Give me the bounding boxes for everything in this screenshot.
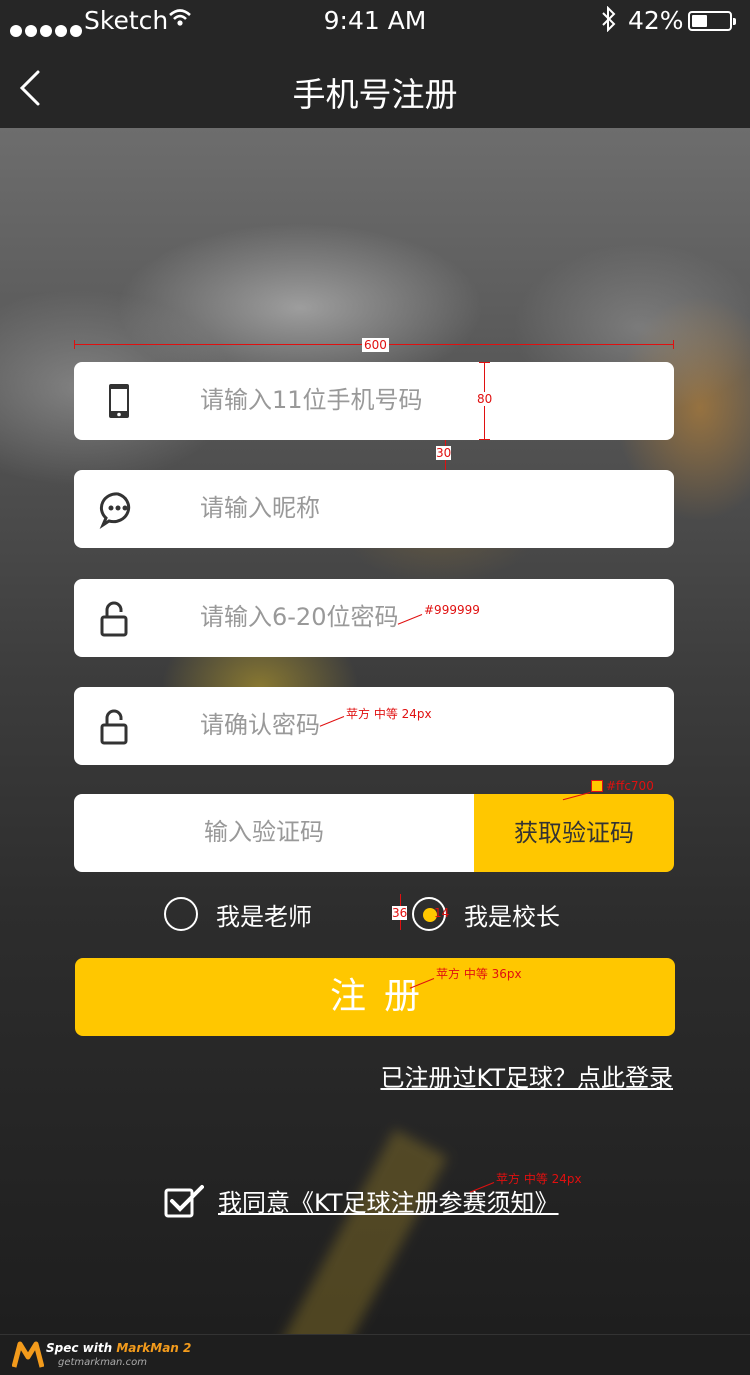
dimension-tick bbox=[74, 340, 75, 349]
markman-url: getmarkman.com bbox=[58, 1357, 147, 1368]
annotation-dot-size: 14 bbox=[434, 906, 450, 920]
markman-footer: Spec with MarkMan 2 getmarkman.com bbox=[0, 1334, 750, 1375]
agreement-link[interactable]: 我同意《KT足球注册参赛须知》 bbox=[218, 1183, 559, 1218]
password-field[interactable]: 请输入6-20位密码 bbox=[74, 579, 674, 657]
confirm-password-field[interactable]: 请确认密码 bbox=[74, 687, 674, 765]
status-bar: Sketch 9:41 AM 42% bbox=[0, 0, 750, 44]
annotation-gap: 30 bbox=[436, 446, 452, 460]
annotation-height: 80 bbox=[477, 392, 493, 406]
password-placeholder: 请输入6-20位密码 bbox=[200, 603, 399, 631]
battery-percent: 42% bbox=[628, 6, 684, 35]
annotation-font-36: 苹方 中等 36px bbox=[436, 967, 522, 981]
spec-with-text: Spec with bbox=[46, 1341, 117, 1355]
register-button[interactable]: 注册 bbox=[75, 958, 675, 1036]
annotation-swatch bbox=[591, 780, 603, 792]
battery-icon bbox=[688, 11, 736, 31]
bluetooth-icon bbox=[600, 5, 618, 38]
unlock-icon bbox=[98, 599, 138, 639]
get-code-button[interactable]: 获取验证码 bbox=[474, 794, 674, 872]
annotation-radio-size: 36 bbox=[392, 906, 408, 920]
phone-field[interactable]: 请输入11位手机号码 bbox=[74, 362, 674, 440]
nickname-placeholder: 请输入昵称 bbox=[200, 494, 320, 522]
nav-bar: 手机号注册 bbox=[0, 44, 750, 128]
background-streak bbox=[272, 1129, 448, 1334]
page-title: 手机号注册 bbox=[292, 75, 458, 114]
dimension-tick bbox=[479, 439, 490, 440]
radio-unchecked-icon bbox=[164, 897, 198, 931]
checkbox-checked-icon[interactable] bbox=[164, 1184, 204, 1218]
markman-name: MarkMan 2 bbox=[116, 1341, 192, 1355]
phone-placeholder: 请输入11位手机号码 bbox=[200, 386, 423, 414]
verification-code-placeholder: 输入验证码 bbox=[204, 818, 324, 846]
verification-code-row: 输入验证码 获取验证码 bbox=[74, 794, 674, 872]
confirm-password-placeholder: 请确认密码 bbox=[200, 711, 320, 739]
battery-nub bbox=[733, 18, 736, 25]
markman-brand: Spec with MarkMan 2 bbox=[46, 1341, 191, 1355]
annotation-font-24: 苹方 中等 24px bbox=[496, 1172, 582, 1186]
annotation-width: 600 bbox=[362, 338, 389, 352]
role-teacher-label: 我是老师 bbox=[216, 902, 312, 931]
unlock-icon bbox=[98, 707, 138, 747]
annotation-color-999: #999999 bbox=[424, 603, 480, 617]
markman-logo-icon bbox=[11, 1341, 45, 1369]
annotation-color-accent: #ffc700 bbox=[606, 779, 654, 793]
login-link[interactable]: 已注册过KT足球？点此登录 bbox=[380, 1058, 673, 1093]
dimension-tick bbox=[479, 362, 490, 363]
role-teacher-radio[interactable]: 我是老师 bbox=[164, 894, 312, 934]
verification-code-input[interactable]: 输入验证码 bbox=[74, 794, 474, 872]
agreement-row[interactable]: 我同意《KT足球注册参赛须知》 bbox=[164, 1183, 559, 1218]
dimension-tick bbox=[673, 340, 674, 349]
battery-fill bbox=[692, 15, 707, 27]
nickname-field[interactable]: 请输入昵称 bbox=[74, 470, 674, 548]
annotation-font: 苹方 中等 24px bbox=[346, 707, 432, 721]
phone-icon bbox=[98, 382, 138, 422]
role-principal-label: 我是校长 bbox=[464, 902, 560, 931]
chat-bubble-icon bbox=[98, 490, 138, 530]
